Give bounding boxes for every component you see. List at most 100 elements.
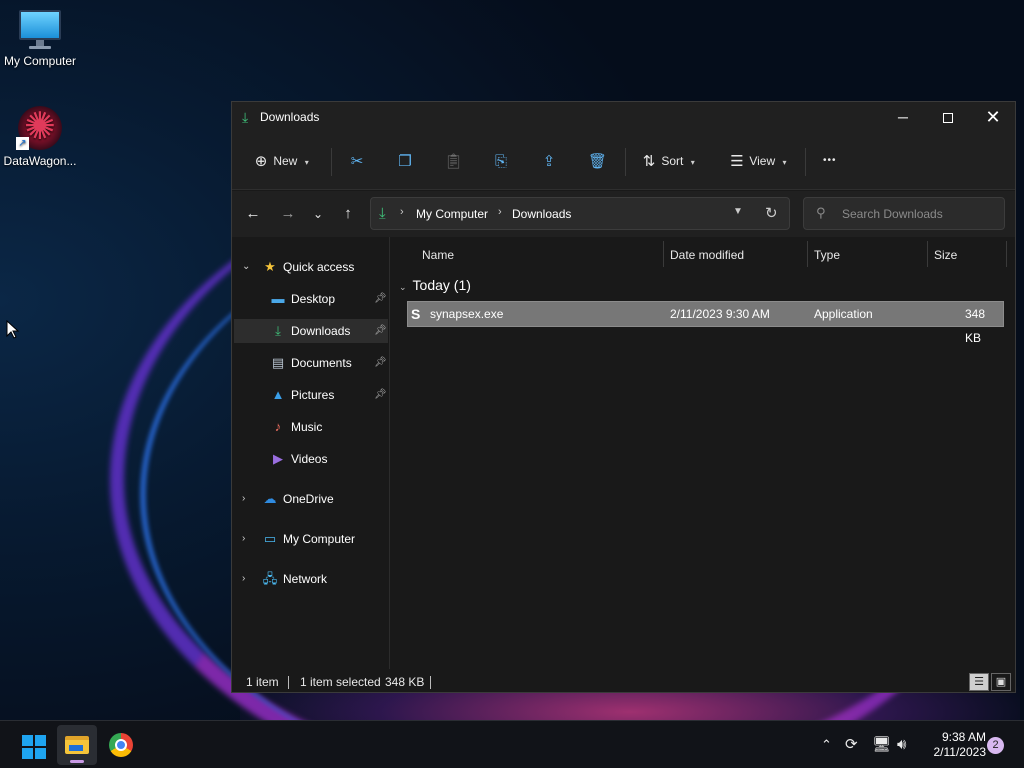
datawagon-icon: ↗ <box>16 104 64 150</box>
back-button[interactable]: ← <box>243 205 263 223</box>
pin-icon[interactable]: 📌︎ <box>374 319 387 343</box>
item-count: 1 item <box>246 675 279 689</box>
videos-icon: ▶ <box>273 451 283 466</box>
rename-button[interactable]: ⎘ <box>492 150 510 172</box>
column-divider[interactable] <box>807 241 808 267</box>
network-icon[interactable]: 🖥︎ <box>872 721 891 768</box>
paste-button[interactable]: 📋︎ <box>444 150 464 172</box>
desktop-icon-my-computer[interactable]: My Computer <box>0 10 80 68</box>
sidebar-item-quick-access[interactable]: ⌄ ★ Quick access <box>234 255 388 279</box>
sidebar-item-music[interactable]: ♪ Music <box>234 415 388 439</box>
title-bar[interactable]: ⤓ Downloads ─ ✕ <box>232 102 1015 132</box>
notification-badge[interactable]: 2 <box>987 737 1004 754</box>
sidebar-item-documents[interactable]: ▤ Documents 📌︎ <box>234 351 388 375</box>
column-header-size[interactable]: Size <box>934 241 957 269</box>
cut-button[interactable]: ✂ <box>348 150 366 172</box>
chevron-right-icon: › <box>400 206 404 218</box>
chevron-down-icon: ▾ <box>690 158 695 167</box>
column-header-date-modified[interactable]: ⌄ Date modified <box>670 241 800 269</box>
pictures-icon: ▲ <box>271 387 285 402</box>
start-button[interactable] <box>12 725 52 765</box>
sidebar-item-label: My Computer <box>283 532 356 546</box>
pin-icon[interactable]: 📌︎ <box>374 287 387 311</box>
up-button[interactable]: ↑ <box>338 205 358 223</box>
sidebar-item-downloads[interactable]: ⤓ Downloads 📌︎ <box>234 319 388 343</box>
taskbar-file-explorer[interactable] <box>57 725 97 765</box>
network-icon: 🖧︎ <box>262 571 278 586</box>
monitor-icon <box>19 10 61 50</box>
new-button[interactable]: ⊕ New ▾ <box>252 150 309 172</box>
cloud-icon: ☁ <box>263 491 277 506</box>
maximize-icon <box>943 113 953 124</box>
taskbar-chrome[interactable] <box>101 725 141 765</box>
share-icon: ⇪ <box>542 152 556 170</box>
system-clock[interactable]: 9:38 AM 2/11/2023 <box>924 730 987 760</box>
refresh-icon[interactable]: ↻ <box>765 204 778 222</box>
column-divider[interactable] <box>927 241 928 267</box>
star-icon: ★ <box>264 259 276 274</box>
minimize-button[interactable]: ─ <box>880 102 926 132</box>
close-button[interactable]: ✕ <box>970 102 1016 132</box>
chevron-right-icon: › <box>242 533 246 544</box>
breadcrumb-downloads[interactable]: Downloads <box>512 207 571 221</box>
more-options-button[interactable]: ••• <box>823 150 837 172</box>
recent-locations-button[interactable]: ⌄ <box>308 205 328 223</box>
column-divider[interactable] <box>663 241 664 267</box>
selected-size: 348 KB <box>385 675 425 689</box>
chevron-up-icon[interactable]: ⌃ <box>821 721 832 768</box>
copy-button[interactable]: ❐ <box>396 150 414 172</box>
details-view-button[interactable]: ☰ <box>969 673 989 691</box>
share-button[interactable]: ⇪ <box>540 150 558 172</box>
column-header-type[interactable]: Type <box>814 241 840 269</box>
group-label: Today (1) <box>412 277 471 293</box>
music-icon: ♪ <box>274 419 282 434</box>
large-icons-view-button[interactable]: ▣ <box>991 673 1011 691</box>
download-icon: ⤓ <box>379 205 386 222</box>
maximize-button[interactable] <box>925 102 971 132</box>
paste-icon: 📋︎ <box>444 152 464 170</box>
window-title: Downloads <box>260 110 320 124</box>
chrome-icon <box>109 733 133 757</box>
status-bar: 1 item 1 item selected 348 KB ☰ ▣ <box>232 670 1015 694</box>
file-row[interactable]: S synapsex.exe 2/11/2023 9:30 AM Applica… <box>407 301 1004 345</box>
volume-icon[interactable]: 🔊︎ <box>897 721 906 768</box>
sort-button[interactable]: ⇅ Sort ▾ <box>640 150 695 172</box>
group-header-today[interactable]: ⌄ Today (1) <box>399 277 471 293</box>
column-header-name[interactable]: Name <box>422 241 454 269</box>
windows-start-icon <box>22 735 46 759</box>
desktop-icon-datawagon[interactable]: ↗ DataWagon... <box>0 104 80 168</box>
delete-icon: 🗑︎ <box>588 152 608 170</box>
column-divider[interactable] <box>1006 241 1007 267</box>
breadcrumb-my-computer[interactable]: My Computer <box>416 207 488 221</box>
chevron-right-icon: › <box>242 573 246 584</box>
address-bar[interactable]: ⤓ › My Computer › Downloads ▼ ↻ <box>370 197 790 230</box>
sidebar-item-videos[interactable]: ▶ Videos <box>234 447 388 471</box>
address-dropdown-icon[interactable]: ▼ <box>733 206 743 217</box>
search-input[interactable] <box>842 205 992 223</box>
sort-indicator-icon: ⌄ <box>732 250 739 259</box>
sidebar-item-my-computer[interactable]: › ▭ My Computer <box>234 527 388 551</box>
pin-icon[interactable]: 📌︎ <box>374 351 387 375</box>
view-button[interactable]: ☰ View ▾ <box>728 150 786 172</box>
sidebar-item-label: Music <box>291 420 323 434</box>
sidebar-item-network[interactable]: › 🖧︎ Network <box>234 567 388 591</box>
delete-button[interactable]: 🗑︎ <box>588 150 608 172</box>
taskbar: ⌃ ⟳ 🖥︎ 🔊︎ 9:38 AM 2/11/2023 2 <box>0 720 1024 768</box>
chevron-down-icon: ▾ <box>304 158 309 167</box>
documents-icon: ▤ <box>271 355 285 370</box>
sidebar-item-desktop[interactable]: ▬ Desktop 📌︎ <box>234 287 388 311</box>
search-box[interactable]: ⚲ <box>803 197 1005 230</box>
pin-icon[interactable]: 📌︎ <box>374 383 387 407</box>
sidebar-item-onedrive[interactable]: › ☁ OneDrive <box>234 487 388 511</box>
navigation-bar: ← → ⌄ ↑ ⤓ › My Computer › Downloads ▼ ↻ … <box>232 191 1015 237</box>
view-label: View <box>749 154 776 168</box>
desktop-folder-icon: ▬ <box>271 291 285 306</box>
toolbar-divider <box>625 148 626 176</box>
sort-icon: ⇅ <box>642 152 656 170</box>
sync-icon[interactable]: ⟳ <box>845 721 858 768</box>
sidebar-item-pictures[interactable]: ▲ Pictures 📌︎ <box>234 383 388 407</box>
sidebar-item-label: Desktop <box>291 292 336 306</box>
forward-button[interactable]: → <box>278 205 298 223</box>
new-label: New <box>273 154 298 168</box>
details-view-icon: ☰ <box>974 676 984 688</box>
